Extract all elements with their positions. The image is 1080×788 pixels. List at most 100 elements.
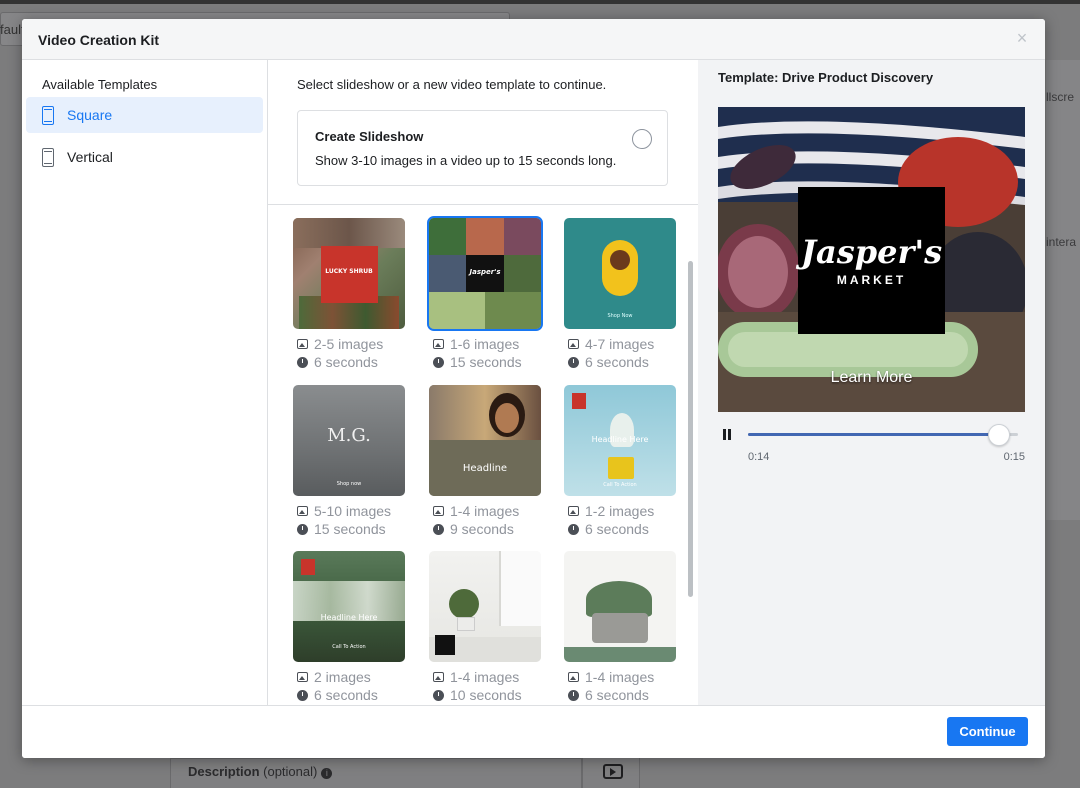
thumbnail-text: Jasper's xyxy=(469,268,501,276)
background-right-text-2: intera xyxy=(1046,235,1077,249)
current-time: 0:14 xyxy=(748,451,770,463)
template-duration: 9 seconds xyxy=(450,521,514,537)
clock-icon xyxy=(433,689,444,701)
slideshow-description: Show 3-10 images in a video up to 15 sec… xyxy=(315,153,617,168)
thumbnail-text: Headline Here xyxy=(320,613,378,622)
template-card[interactable]: Headline Here Call To Action 2 images 6 … xyxy=(293,551,405,704)
thumbnail-subtext: Call To Action xyxy=(603,482,637,488)
template-images: 1-4 images xyxy=(450,503,520,519)
slideshow-radio[interactable] xyxy=(632,129,652,149)
image-icon xyxy=(568,339,579,349)
thumbnail-text: LUCKY SHRUB xyxy=(325,268,373,275)
background-right-card xyxy=(1046,60,1080,520)
template-duration: 6 seconds xyxy=(585,354,649,370)
thumbnail-text: Shop Now xyxy=(607,313,633,319)
template-duration: 6 seconds xyxy=(585,521,649,537)
preview-video[interactable]: Jasper's MARKET Learn More xyxy=(718,107,1025,412)
template-images: 2-5 images xyxy=(314,336,384,352)
template-duration: 10 seconds xyxy=(450,687,522,703)
template-meta: 1-4 images 6 seconds xyxy=(564,668,676,704)
template-thumbnail: M.G. Shop now xyxy=(293,385,405,496)
template-meta: 4-7 images 6 seconds xyxy=(564,335,676,371)
template-duration: 15 seconds xyxy=(450,354,522,370)
thumbnail-text: M.G. xyxy=(327,425,371,446)
clock-icon xyxy=(568,356,579,368)
template-grid-scrollbar[interactable] xyxy=(688,261,693,597)
template-card-selected[interactable]: Jasper's 1-6 images 15 seconds xyxy=(427,216,543,371)
sidebar-item-square[interactable]: Square xyxy=(26,97,263,133)
image-icon xyxy=(297,506,308,516)
clock-icon xyxy=(297,356,308,368)
clock-icon xyxy=(568,523,579,535)
template-images: 1-4 images xyxy=(450,669,520,685)
template-thumbnail xyxy=(429,551,541,662)
template-duration: 6 seconds xyxy=(314,354,378,370)
logo-main-text: Jasper's xyxy=(800,233,943,271)
template-card[interactable]: Headline 1-4 images 9 seconds xyxy=(429,385,541,538)
image-icon xyxy=(568,506,579,516)
background-description-label: Description (optional) i xyxy=(188,764,333,779)
clock-icon xyxy=(433,523,444,535)
continue-button[interactable]: Continue xyxy=(947,717,1028,746)
video-creation-kit-dialog: Video Creation Kit × Available Templates… xyxy=(22,19,1045,758)
image-icon xyxy=(433,672,444,682)
template-duration: 15 seconds xyxy=(314,521,386,537)
video-icon xyxy=(603,764,623,779)
image-icon xyxy=(297,339,308,349)
dialog-footer: Continue xyxy=(22,705,1045,758)
template-duration: 6 seconds xyxy=(585,687,649,703)
template-meta: 1-2 images 6 seconds xyxy=(564,502,676,538)
template-thumbnail: Shop Now xyxy=(564,218,676,329)
clock-icon xyxy=(297,689,308,701)
image-icon xyxy=(433,506,444,516)
clock-icon xyxy=(297,523,308,535)
thumbnail-text: Headline xyxy=(462,463,508,474)
template-card[interactable]: 1-4 images 6 seconds xyxy=(564,551,676,704)
thumbnail-subtext: Call To Action xyxy=(332,644,366,650)
image-icon xyxy=(297,672,308,682)
template-thumbnail: Headline Here Call To Action xyxy=(564,385,676,496)
template-meta: 5-10 images 15 seconds xyxy=(293,502,405,538)
dialog-title: Video Creation Kit xyxy=(38,32,160,48)
template-card[interactable]: Shop Now 4-7 images 6 seconds xyxy=(564,218,676,371)
clock-icon xyxy=(568,689,579,701)
template-meta: 2-5 images 6 seconds xyxy=(293,335,405,371)
slideshow-title: Create Slideshow xyxy=(315,129,424,144)
template-card[interactable]: LUCKY SHRUB 2-5 images 6 seconds xyxy=(293,218,405,371)
template-card[interactable]: 1-4 images 10 seconds xyxy=(429,551,541,704)
template-images: 5-10 images xyxy=(314,503,392,519)
template-meta: 1-4 images 10 seconds xyxy=(429,668,541,704)
template-duration: 6 seconds xyxy=(314,687,378,703)
create-slideshow-option[interactable]: Create Slideshow Show 3-10 images in a v… xyxy=(297,110,668,186)
jaspers-market-logo: Jasper's MARKET xyxy=(798,187,945,334)
template-thumbnail: Headline xyxy=(429,385,541,496)
thumbnail-text: Headline Here xyxy=(591,435,649,444)
background-field-text: fault xyxy=(0,22,25,37)
sidebar-item-label: Vertical xyxy=(67,149,113,165)
template-preview-panel: Template: Drive Product Discovery Jasper… xyxy=(698,60,1045,705)
image-icon xyxy=(568,672,579,682)
sidebar-heading: Available Templates xyxy=(42,77,158,92)
template-card[interactable]: Headline Here Call To Action 1-2 images … xyxy=(564,385,676,538)
sidebar-item-vertical[interactable]: Vertical xyxy=(26,139,263,175)
info-icon: i xyxy=(321,768,333,779)
pause-icon[interactable] xyxy=(722,429,734,441)
chooser-intro-text: Select slideshow or a new video template… xyxy=(297,77,607,92)
close-icon[interactable]: × xyxy=(1013,29,1031,47)
background-description-text: Description xyxy=(188,764,260,779)
template-card[interactable]: M.G. Shop now 5-10 images 15 seconds xyxy=(293,385,405,538)
preview-title: Template: Drive Product Discovery xyxy=(718,70,934,85)
background-topbar xyxy=(0,0,1080,4)
template-meta: 1-6 images 15 seconds xyxy=(429,335,541,371)
background-description-optional: (optional) xyxy=(263,764,318,779)
background-right-text-1: llscre xyxy=(1046,90,1075,104)
template-images: 1-4 images xyxy=(585,669,655,685)
progress-knob[interactable] xyxy=(988,424,1011,446)
phone-icon xyxy=(42,105,54,125)
template-meta: 2 images 6 seconds xyxy=(293,668,405,704)
template-meta: 1-4 images 9 seconds xyxy=(429,502,541,538)
template-images: 2 images xyxy=(314,669,371,685)
thumbnail-subtext: Shop now xyxy=(336,481,362,487)
template-chooser: Select slideshow or a new video template… xyxy=(268,60,698,705)
progress-track[interactable] xyxy=(748,424,1018,446)
